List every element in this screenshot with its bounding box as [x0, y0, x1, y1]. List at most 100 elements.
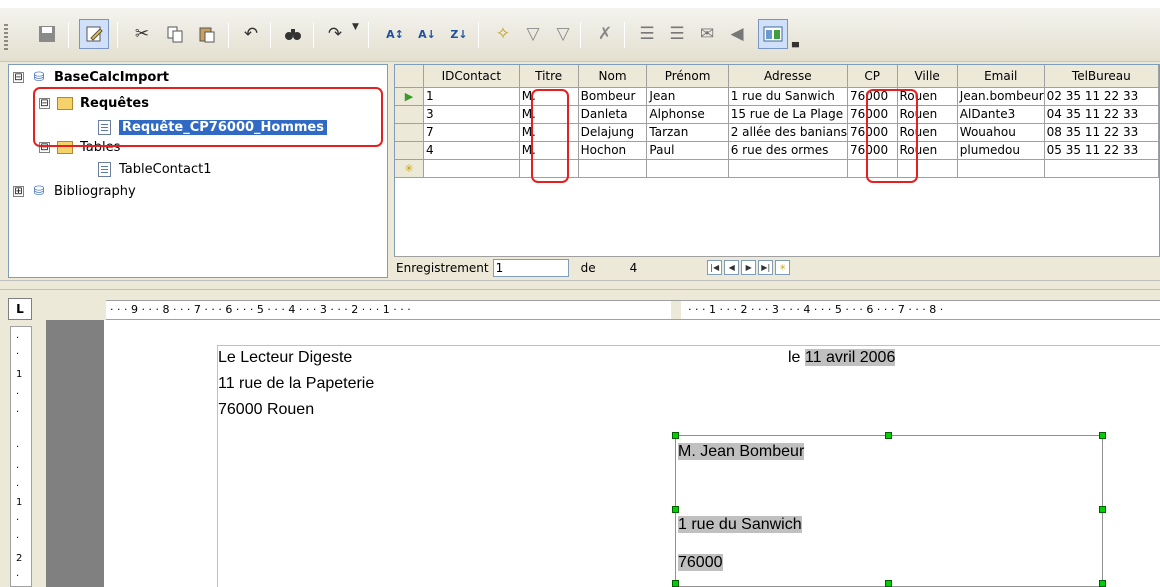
- filter-icon[interactable]: ▽: [518, 19, 548, 49]
- undo-icon[interactable]: ↶: [236, 19, 266, 49]
- find-icon[interactable]: [278, 19, 308, 49]
- resize-handle[interactable]: [1099, 580, 1106, 587]
- table-cell[interactable]: [423, 159, 520, 178]
- resize-handle[interactable]: [885, 580, 892, 587]
- edit-icon[interactable]: [79, 19, 109, 49]
- table-cell[interactable]: Tarzan: [646, 123, 729, 142]
- resize-handle[interactable]: [672, 506, 679, 513]
- expand-icon[interactable]: ⊞: [13, 185, 24, 197]
- column-header[interactable]: Ville: [897, 65, 958, 88]
- resize-handle[interactable]: [672, 432, 679, 439]
- table-cell[interactable]: [957, 159, 1045, 178]
- recipient-street-field[interactable]: 1 rue du Sanwich: [678, 516, 802, 534]
- resize-handle[interactable]: [672, 580, 679, 587]
- table-cell[interactable]: 6 rue des ormes: [728, 141, 848, 160]
- previous-record-button[interactable]: ◀: [724, 260, 740, 275]
- table-cell[interactable]: 76000: [847, 141, 898, 160]
- explorer-icon[interactable]: [758, 19, 788, 49]
- sender-name[interactable]: Le Lecteur Digeste: [218, 349, 352, 367]
- table-cell[interactable]: plumedou: [957, 141, 1045, 160]
- new-record-icon[interactable]: ✳: [395, 159, 424, 178]
- table-cell[interactable]: M.: [519, 105, 579, 124]
- last-record-button[interactable]: ▶|: [758, 260, 774, 275]
- paste-icon[interactable]: [192, 19, 222, 49]
- table-cell[interactable]: Rouen: [897, 141, 958, 160]
- table-cell[interactable]: Wouahou: [957, 123, 1045, 142]
- sender-street[interactable]: 11 rue de la Papeterie: [218, 375, 374, 393]
- table-cell[interactable]: [646, 159, 729, 178]
- current-row-icon[interactable]: ▶: [395, 87, 424, 106]
- table-cell[interactable]: [519, 159, 579, 178]
- data-to-text-icon[interactable]: ☰: [632, 19, 662, 49]
- table-cell[interactable]: [728, 159, 848, 178]
- tab-stop-selector[interactable]: L: [8, 298, 32, 320]
- table-cell[interactable]: 08 35 11 22 33: [1044, 123, 1159, 142]
- row-header[interactable]: [395, 123, 424, 142]
- table-cell[interactable]: 1: [423, 87, 520, 106]
- cut-icon[interactable]: ✂: [127, 19, 157, 49]
- table-cell[interactable]: 3: [423, 105, 520, 124]
- column-header[interactable]: Email: [957, 65, 1045, 88]
- collapse-icon[interactable]: ⊟: [39, 141, 50, 153]
- column-header[interactable]: TelBureau: [1044, 65, 1159, 88]
- table-row[interactable]: 4 M. Hochon Paul 6 rue des ormes 76000 R…: [395, 141, 1159, 160]
- table-cell[interactable]: [578, 159, 648, 178]
- table-cell[interactable]: [847, 159, 898, 178]
- next-record-button[interactable]: ▶: [741, 260, 757, 275]
- table-cell[interactable]: M.: [519, 141, 579, 160]
- tree-item-tables[interactable]: ⊟ Tables: [39, 137, 120, 157]
- save-icon[interactable]: [32, 19, 62, 49]
- toolbar-grip[interactable]: [4, 24, 8, 50]
- recipient-name-field[interactable]: M. Jean Bombeur: [678, 443, 805, 461]
- table-cell[interactable]: Bombeur: [578, 87, 648, 106]
- resize-handle[interactable]: [1099, 506, 1106, 513]
- table-cell[interactable]: Rouen: [897, 87, 958, 106]
- mail-merge-field[interactable]: 76000: [678, 554, 723, 571]
- table-cell[interactable]: Delajung: [578, 123, 648, 142]
- tree-item-query[interactable]: Requête_CP76000_Hommes: [95, 117, 327, 137]
- table-cell[interactable]: Alphonse: [646, 105, 729, 124]
- recipient-postcode-field[interactable]: 76000: [678, 554, 723, 572]
- table-cell[interactable]: 2 allée des banians: [728, 123, 848, 142]
- table-cell[interactable]: 7: [423, 123, 520, 142]
- table-cell[interactable]: 04 35 11 22 33: [1044, 105, 1159, 124]
- column-header[interactable]: Adresse: [728, 65, 848, 88]
- tree-item-database[interactable]: ⊟ ⛁ BaseCalcImport: [13, 67, 169, 87]
- sort-descending-icon[interactable]: Z↓: [444, 19, 474, 49]
- tree-item-table[interactable]: TableContact1: [95, 159, 211, 179]
- table-cell[interactable]: Hochon: [578, 141, 648, 160]
- table-cell[interactable]: Paul: [646, 141, 729, 160]
- mail-merge-icon[interactable]: ✉: [692, 19, 722, 49]
- table-cell[interactable]: 15 rue de La Plage: [728, 105, 848, 124]
- sort-icon[interactable]: A↕: [380, 19, 410, 49]
- chevron-down-icon[interactable]: ▼: [352, 22, 359, 32]
- column-header[interactable]: Nom: [578, 65, 648, 88]
- collapse-icon[interactable]: ⊟: [39, 97, 50, 109]
- table-row[interactable]: 7 M. Delajung Tarzan 2 allée des banians…: [395, 123, 1159, 142]
- table-cell[interactable]: 05 35 11 22 33: [1044, 141, 1159, 160]
- new-record-button[interactable]: ✳: [775, 260, 791, 275]
- row-header[interactable]: [395, 141, 424, 160]
- table-cell[interactable]: AlDante3: [957, 105, 1045, 124]
- table-cell[interactable]: M.: [519, 123, 579, 142]
- table-row[interactable]: 3 M. Danleta Alphonse 15 rue de La Plage…: [395, 105, 1159, 124]
- column-header[interactable]: Titre: [519, 65, 579, 88]
- horizontal-ruler[interactable]: · · · 9 · · · 8 · · · 7 · · · 6 · · · 5 …: [106, 300, 1160, 320]
- data-source-icon[interactable]: ◀: [722, 19, 752, 49]
- standard-filter-icon[interactable]: ▽: [548, 19, 578, 49]
- column-header[interactable]: IDContact: [423, 65, 520, 88]
- table-cell[interactable]: 76000: [847, 123, 898, 142]
- collapse-icon[interactable]: ⊟: [13, 71, 24, 83]
- column-header[interactable]: CP: [847, 65, 898, 88]
- table-cell[interactable]: [897, 159, 958, 178]
- table-cell[interactable]: 76000: [847, 105, 898, 124]
- row-header-corner[interactable]: [395, 65, 424, 88]
- resize-handle[interactable]: [1099, 432, 1106, 439]
- tree-item-bibliography[interactable]: ⊞ ⛁ Bibliography: [13, 181, 136, 201]
- tree-item-queries[interactable]: ⊟ Requêtes: [39, 93, 149, 113]
- table-cell[interactable]: 02 35 11 22 33: [1044, 87, 1159, 106]
- table-cell[interactable]: 4: [423, 141, 520, 160]
- table-cell[interactable]: 76000: [847, 87, 898, 106]
- remove-filter-icon[interactable]: ✗: [590, 19, 620, 49]
- table-cell[interactable]: Jean: [646, 87, 729, 106]
